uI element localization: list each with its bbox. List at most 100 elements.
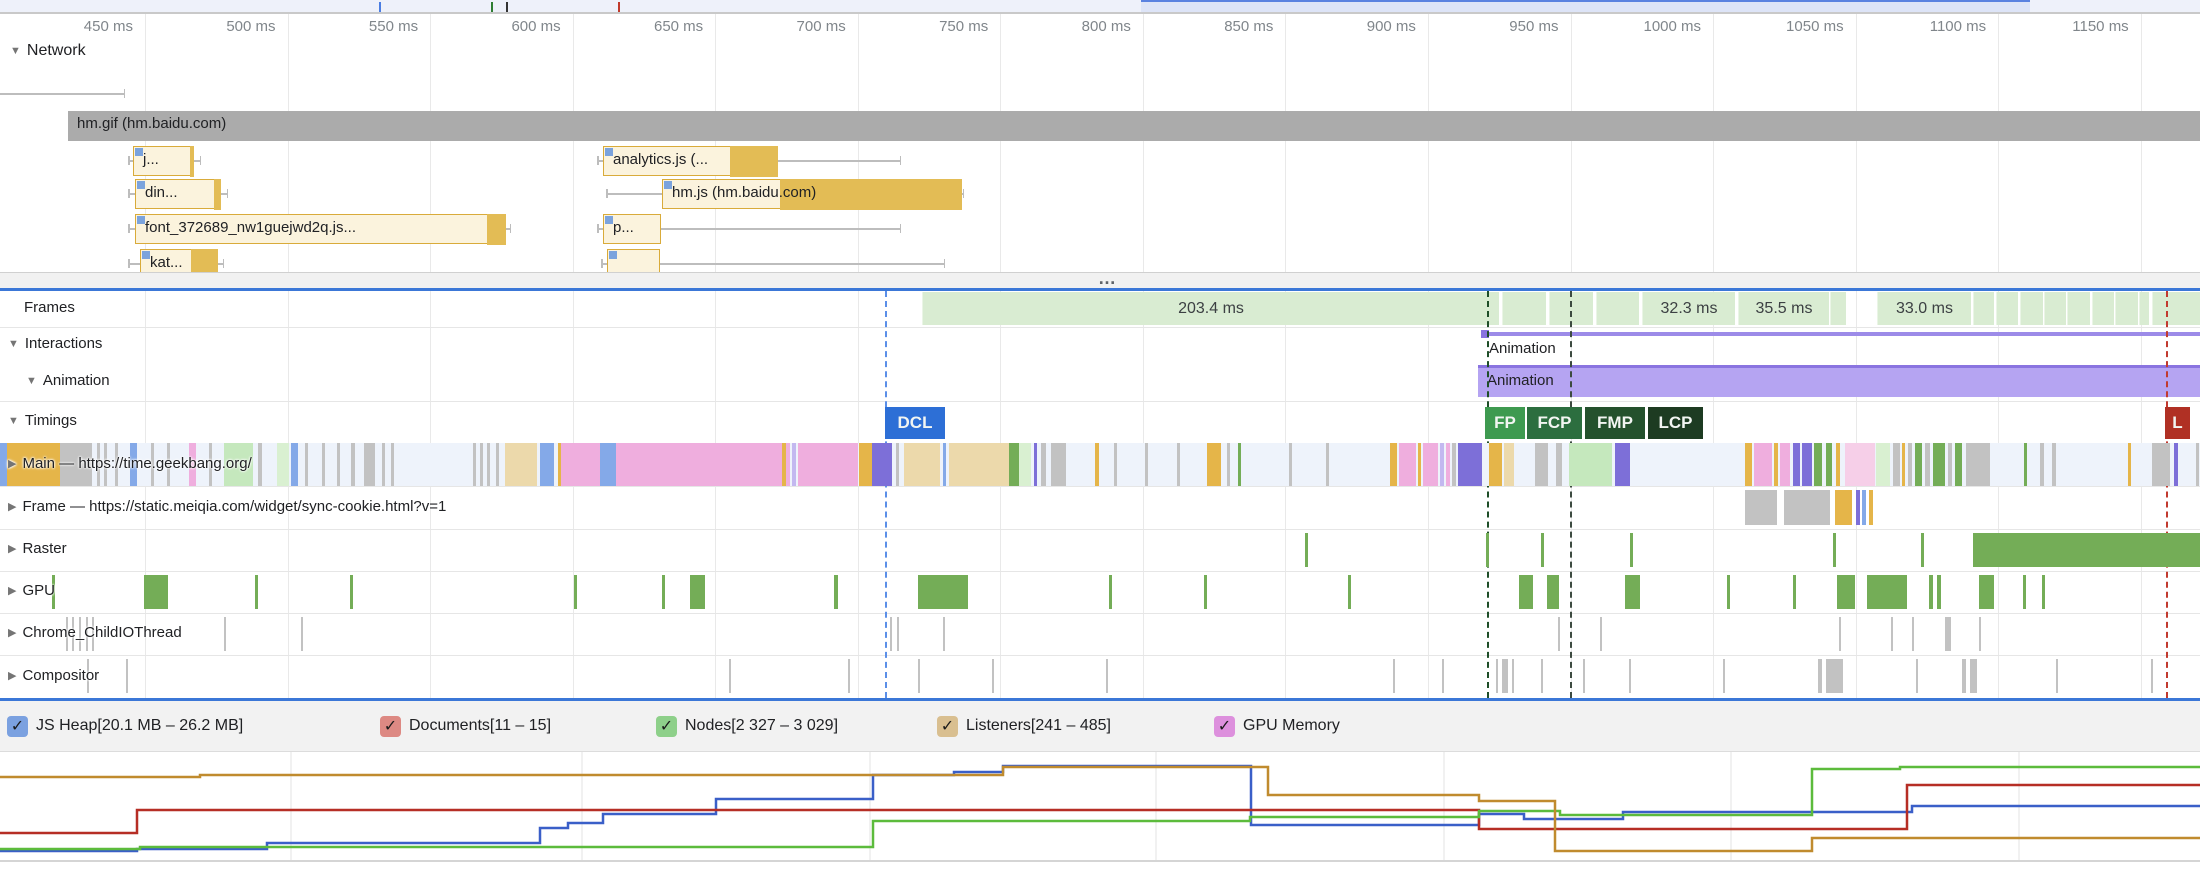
compositor-activity-segment[interactable] [1970,659,1977,693]
io-activity-segment[interactable] [1891,617,1893,651]
io-activity-segment[interactable] [301,617,303,651]
main-activity-segment[interactable] [1145,443,1148,486]
frame-duration-segment[interactable]: 32.3 ms [1642,292,1735,325]
network-request-bar[interactable]: din... [135,179,220,209]
main-activity-segment[interactable] [391,443,394,486]
main-activity-segment[interactable] [1227,443,1230,486]
main-activity-segment[interactable] [2152,443,2170,486]
main-activity-segment[interactable] [1836,443,1840,486]
compositor-activity-segment[interactable] [1496,659,1498,693]
main-activity-segment[interactable] [1489,443,1502,486]
gpu-activity-segment[interactable] [1937,575,1941,609]
counter-checkbox[interactable]: ✓ [7,716,28,737]
compositor-activity-segment[interactable] [1629,659,1631,693]
frame-duration-segment[interactable]: 203.4 ms [922,292,1499,325]
gpu-activity-segment[interactable] [574,575,577,609]
network-request-bar[interactable]: hm.gif (hm.baidu.com) [68,111,2200,141]
main-activity-segment[interactable] [2174,443,2178,486]
compositor-activity-segment[interactable] [1512,659,1514,693]
main-activity-segment[interactable] [1418,443,1421,486]
raster-activity-segment[interactable] [1305,533,1308,567]
main-activity-segment[interactable] [364,443,375,486]
frame-duration-segment[interactable]: 35.5 ms [1738,292,1829,325]
main-activity-segment[interactable] [1754,443,1772,486]
main-activity-segment[interactable] [904,443,940,486]
compositor-activity-segment[interactable] [992,659,994,693]
gpu-activity-segment[interactable] [144,575,168,609]
main-activity-segment[interactable] [473,443,476,486]
gpu-expander-icon[interactable]: ▶ [8,584,16,597]
frame-duration-segment[interactable] [1830,292,1846,325]
compositor-activity-segment[interactable] [1826,659,1843,693]
raster-expander-icon[interactable]: ▶ [8,542,16,555]
main-activity-segment[interactable] [1504,443,1514,486]
main-activity-segment[interactable] [1615,443,1630,486]
main-activity-segment[interactable] [480,443,483,486]
main-activity-segment[interactable] [2196,443,2199,486]
main-activity-segment[interactable] [277,443,289,486]
main-activity-segment[interactable] [872,443,892,486]
frame-expander-icon[interactable]: ▶ [8,500,16,513]
main-activity-segment[interactable] [496,443,499,486]
gpu-activity-segment[interactable] [1547,575,1559,609]
raster-activity-segment[interactable] [1541,533,1544,567]
main-activity-segment[interactable] [322,443,325,486]
interaction-animation-bar[interactable] [1481,332,2200,336]
frame-duration-segment[interactable] [1973,292,1994,325]
io-expander-icon[interactable]: ▶ [8,626,16,639]
network-request-bar[interactable]: p... [603,214,661,244]
main-activity-segment[interactable] [2128,443,2131,486]
io-activity-segment[interactable] [1558,617,1560,651]
main-activity-segment[interactable] [1915,443,1922,486]
network-section-header[interactable]: ▼Network [10,42,86,60]
animations-track-bar[interactable] [1478,365,2200,397]
compositor-activity-segment[interactable] [2056,659,2058,693]
timing-marker-fmp[interactable]: FMP [1585,407,1645,439]
main-activity-segment[interactable] [1908,443,1912,486]
compositor-activity-segment[interactable] [126,659,128,693]
main-activity-segment[interactable] [1745,443,1752,486]
main-activity-segment[interactable] [1569,443,1612,486]
pane-resize-handle-icon[interactable]: … [1085,268,1131,289]
io-activity-segment[interactable] [1945,617,1951,651]
frame-duration-segment[interactable] [2115,292,2138,325]
main-activity-segment[interactable] [1793,443,1800,486]
counter-legend-item[interactable]: ✓JS Heap[20.1 MB – 26.2 MB] [7,714,243,738]
interactions-expander-icon[interactable]: ▼ [8,338,19,350]
compositor-activity-segment[interactable] [1916,659,1918,693]
main-activity-segment[interactable] [1095,443,1099,486]
main-activity-segment[interactable] [2052,443,2056,486]
main-activity-segment[interactable] [505,443,537,486]
gpu-activity-segment[interactable] [1727,575,1730,609]
frame-duration-segment[interactable] [2067,292,2090,325]
compositor-activity-segment[interactable] [1442,659,1444,693]
compositor-activity-segment[interactable] [1106,659,1108,693]
main-activity-segment[interactable] [337,443,340,486]
main-activity-segment[interactable] [305,443,308,486]
gpu-activity-segment[interactable] [1867,575,1907,609]
io-activity-segment[interactable] [1912,617,1914,651]
main-activity-segment[interactable] [1019,443,1031,486]
main-activity-segment[interactable] [1780,443,1790,486]
compositor-activity-segment[interactable] [1541,659,1543,693]
gpu-activity-segment[interactable] [255,575,258,609]
compositor-activity-segment[interactable] [1962,659,1966,693]
io-activity-segment[interactable] [1839,617,1841,651]
gpu-activity-segment[interactable] [690,575,705,609]
main-activity-segment[interactable] [1933,443,1945,486]
counter-legend-item[interactable]: ✓Documents[11 – 15] [380,714,551,738]
compositor-activity-segment[interactable] [2151,659,2153,693]
counter-checkbox[interactable]: ✓ [937,716,958,737]
main-activity-segment[interactable] [1423,443,1438,486]
main-activity-segment[interactable] [1009,443,1019,486]
counter-legend-item[interactable]: ✓Nodes[2 327 – 3 029] [656,714,838,738]
main-activity-segment[interactable] [1876,443,1890,486]
main-activity-segment[interactable] [1966,443,1990,486]
main-activity-segment[interactable] [1238,443,1241,486]
frame-duration-segment[interactable]: 33.0 ms [1877,292,1971,325]
main-activity-segment[interactable] [1902,443,1905,486]
gpu-activity-segment[interactable] [1929,575,1933,609]
frame-duration-segment[interactable] [2020,292,2043,325]
frame-activity-segment[interactable] [1862,490,1866,525]
main-activity-segment[interactable] [1041,443,1046,486]
